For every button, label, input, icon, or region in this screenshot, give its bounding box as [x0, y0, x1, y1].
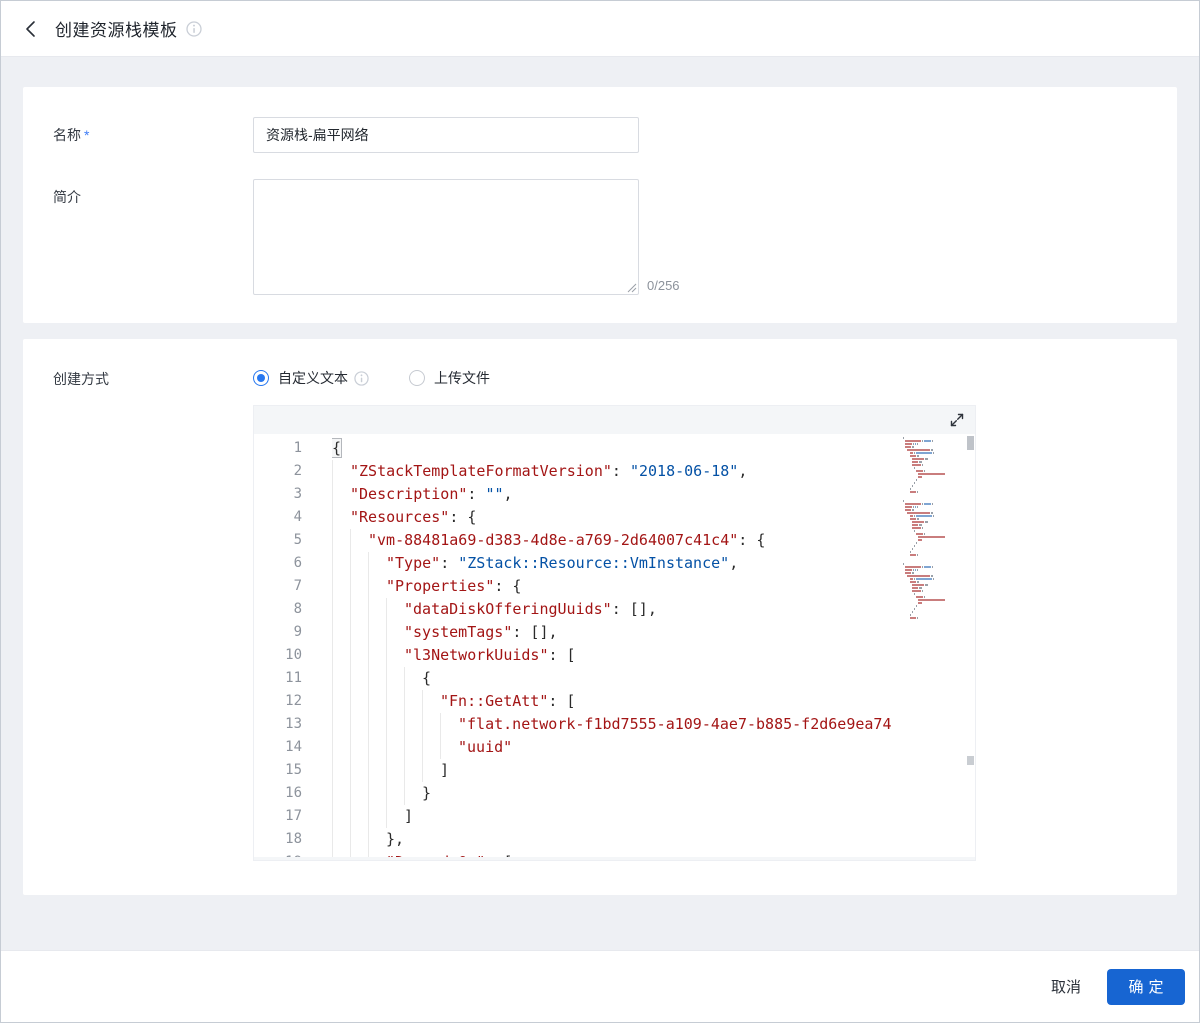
description-row: 简介 0/256	[23, 179, 1177, 295]
radio-custom-dot[interactable]	[253, 370, 269, 386]
custom-text-info-icon[interactable]	[354, 370, 369, 386]
expand-icon[interactable]	[949, 412, 965, 428]
page-title: 创建资源栈模板	[55, 21, 178, 40]
name-label-text: 名称	[53, 127, 81, 143]
name-row: 名称 *	[23, 117, 1177, 153]
name-input[interactable]	[253, 117, 639, 153]
description-control: 0/256	[253, 179, 680, 295]
code-editor: 12345678910111213141516171819 {"ZStackTe…	[253, 405, 976, 861]
create-resource-stack-template-page: 创建资源栈模板 名称* 简介 0/256	[0, 0, 1200, 1023]
method-row: 创建方式 自定义文本 上传文件	[23, 367, 1177, 389]
required-asterisk: *	[84, 127, 90, 143]
back-icon[interactable]	[25, 17, 45, 41]
cancel-button[interactable]: 取消	[1041, 968, 1091, 1005]
editor-row: 12345678910111213141516171819 {"ZStackTe…	[253, 405, 1177, 861]
scrollbar-thumb[interactable]	[967, 436, 974, 450]
description-label: 简介	[53, 189, 81, 205]
radio-upload-file[interactable]: 上传文件	[409, 368, 490, 388]
editor-scrollbar[interactable]	[966, 434, 974, 857]
confirm-button[interactable]: 确定	[1107, 968, 1185, 1005]
gutter: 12345678910111213141516171819	[285, 440, 302, 857]
page-header: 创建资源栈模板	[1, 1, 1199, 57]
radio-upload-label: 上传文件	[434, 370, 490, 386]
scrollbar-decoration	[967, 756, 974, 765]
title-info-icon[interactable]	[185, 20, 202, 37]
char-counter: 0/256	[647, 278, 680, 293]
radio-custom-text[interactable]: 自定义文本	[253, 368, 369, 388]
radio-custom-label: 自定义文本	[278, 370, 348, 386]
editor-toolbar	[254, 406, 975, 434]
method-radio-group: 自定义文本 上传文件	[253, 367, 490, 389]
action-footer: 取消 确定	[1, 950, 1199, 1022]
method-label: 创建方式	[53, 371, 109, 387]
description-textarea[interactable]	[253, 179, 639, 295]
radio-upload-dot[interactable]	[409, 370, 425, 386]
minimap[interactable]	[903, 437, 965, 847]
basic-info-card: 名称* 简介 0/256	[23, 87, 1177, 323]
creation-method-card: 创建方式 自定义文本 上传文件 1 2 3 4 5 6 7 8 9 10 11 …	[23, 339, 1177, 895]
editor-body[interactable]: 12345678910111213141516171819 {"ZStackTe…	[254, 434, 975, 857]
code-lines[interactable]: {"ZStackTemplateFormatVersion": "2018-06…	[332, 434, 898, 857]
name-control	[253, 117, 639, 153]
name-label: 名称 *	[23, 117, 253, 153]
